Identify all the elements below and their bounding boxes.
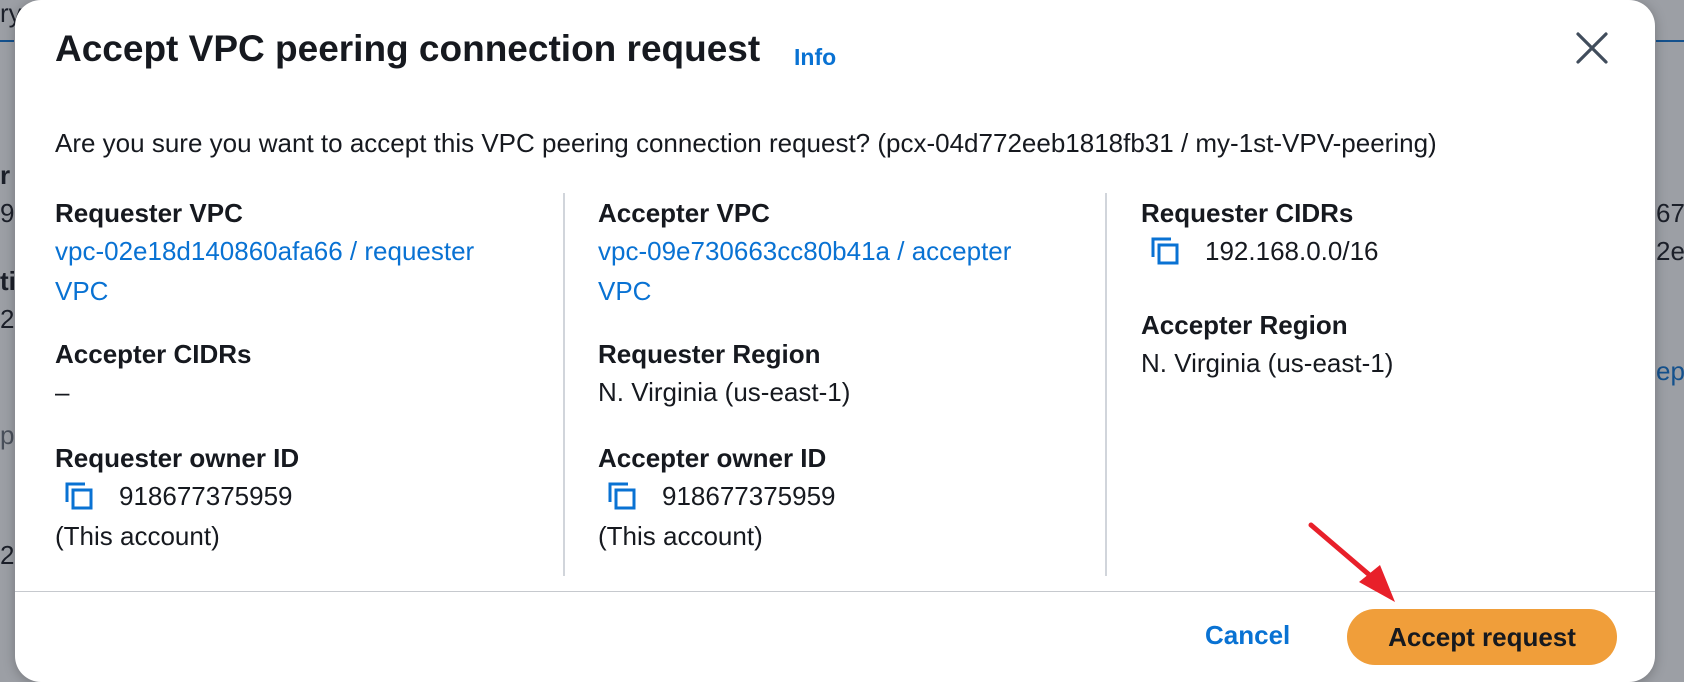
field-value: 918677375959 bbox=[119, 481, 293, 511]
field-label: Requester VPC bbox=[55, 198, 243, 228]
accepter-vpc-link-line2[interactable]: VPC bbox=[598, 271, 1088, 311]
close-icon bbox=[1576, 32, 1608, 64]
requester-vpc-link-line1[interactable]: vpc-02e18d140860afa66 / requester bbox=[55, 231, 545, 271]
field-note: (This account) bbox=[55, 521, 220, 551]
field-value: 918677375959 bbox=[662, 481, 836, 511]
accepter-vpc-field: Accepter VPC vpc-09e730663cc80b41a / acc… bbox=[598, 195, 1088, 311]
accepter-cidrs-field: Accepter CIDRs – bbox=[55, 336, 545, 412]
accepter-region-field: Accepter Region N. Virginia (us-east-1) bbox=[1141, 307, 1631, 383]
field-value: 192.168.0.0/16 bbox=[1205, 236, 1379, 266]
annotation-arrow bbox=[1308, 522, 1395, 602]
field-value: – bbox=[55, 377, 70, 407]
requester-owner-id-field: Requester owner ID 918677375959 (This ac… bbox=[55, 440, 545, 556]
field-note: (This account) bbox=[598, 521, 763, 551]
confirmation-question: Are you sure you want to accept this VPC… bbox=[55, 128, 1437, 158]
accept-request-button[interactable]: Accept request bbox=[1347, 609, 1617, 665]
requester-region-field: Requester Region N. Virginia (us-east-1) bbox=[598, 336, 1088, 412]
cancel-button[interactable]: Cancel bbox=[1205, 620, 1290, 651]
requester-vpc-link-line2[interactable]: VPC bbox=[55, 271, 545, 311]
requester-vpc-field: Requester VPC vpc-02e18d140860afa66 / re… bbox=[55, 195, 545, 311]
accepter-vpc-link-line1[interactable]: vpc-09e730663cc80b41a / accepter bbox=[598, 231, 1088, 271]
copy-icon[interactable] bbox=[1147, 233, 1183, 269]
field-label: Requester owner ID bbox=[55, 443, 300, 473]
column-divider bbox=[1105, 193, 1107, 576]
accepter-owner-id-field: Accepter owner ID 918677375959 (This acc… bbox=[598, 440, 1088, 556]
accept-peering-modal: Accept VPC peering connection request In… bbox=[15, 0, 1655, 682]
field-label: Accepter CIDRs bbox=[55, 339, 252, 369]
copy-row: 192.168.0.0/16 bbox=[1141, 231, 1631, 271]
column-divider bbox=[563, 193, 565, 576]
field-label: Accepter Region bbox=[1141, 310, 1348, 340]
field-label: Accepter VPC bbox=[598, 198, 770, 228]
field-value: N. Virginia (us-east-1) bbox=[1141, 348, 1394, 378]
field-label: Accepter owner ID bbox=[598, 443, 827, 473]
copy-row: 918677375959 bbox=[55, 476, 545, 516]
copy-row: 918677375959 bbox=[598, 476, 1088, 516]
requester-vpc-link[interactable]: vpc-02e18d140860afa66 / requester VPC bbox=[55, 231, 545, 311]
accepter-vpc-link[interactable]: vpc-09e730663cc80b41a / accepter VPC bbox=[598, 231, 1088, 311]
modal-title: Accept VPC peering connection request bbox=[55, 28, 761, 69]
copy-icon[interactable] bbox=[61, 478, 97, 514]
copy-icon[interactable] bbox=[604, 478, 640, 514]
field-value: N. Virginia (us-east-1) bbox=[598, 377, 851, 407]
field-label: Requester CIDRs bbox=[1141, 198, 1354, 228]
requester-cidrs-field: Requester CIDRs 192.168.0.0/16 bbox=[1141, 195, 1631, 271]
close-button[interactable] bbox=[1570, 26, 1614, 70]
info-link[interactable]: Info bbox=[794, 44, 836, 71]
field-label: Requester Region bbox=[598, 339, 821, 369]
